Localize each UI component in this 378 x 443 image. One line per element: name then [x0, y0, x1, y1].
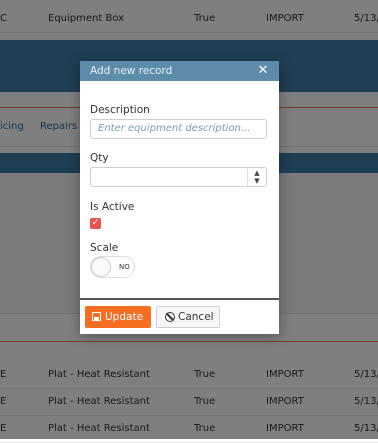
scale-toggle-text: NO — [119, 263, 130, 271]
is-active-label: Is Active — [90, 201, 135, 213]
description-placeholder: Enter equipment description... — [98, 123, 251, 134]
scale-toggle[interactable]: NO — [90, 256, 135, 278]
save-icon — [92, 312, 101, 321]
chevron-down-icon[interactable]: ▼ — [248, 177, 266, 186]
description-input[interactable]: Enter equipment description... — [90, 119, 267, 139]
qty-spinner: ▲ ▼ — [247, 168, 266, 188]
cancel-button[interactable]: Cancel — [156, 306, 220, 328]
dialog-title: Add new record — [90, 65, 173, 77]
qty-label: Qty — [90, 152, 109, 164]
add-record-dialog: Add new record ✕ Description Enter equip… — [80, 61, 279, 334]
dialog-footer: Update Cancel — [80, 298, 279, 334]
dialog-titlebar[interactable]: Add new record ✕ — [80, 61, 279, 81]
scale-label: Scale — [90, 242, 119, 254]
cancel-icon — [165, 312, 175, 322]
update-button-label: Update — [105, 311, 144, 323]
update-button[interactable]: Update — [85, 306, 151, 328]
description-label: Description — [90, 104, 150, 116]
qty-stepper[interactable]: ▲ ▼ — [90, 167, 267, 188]
cancel-button-label: Cancel — [178, 311, 214, 323]
is-active-checkbox[interactable]: ✓ — [90, 218, 101, 229]
close-icon[interactable]: ✕ — [255, 61, 271, 81]
toggle-knob — [91, 257, 111, 277]
